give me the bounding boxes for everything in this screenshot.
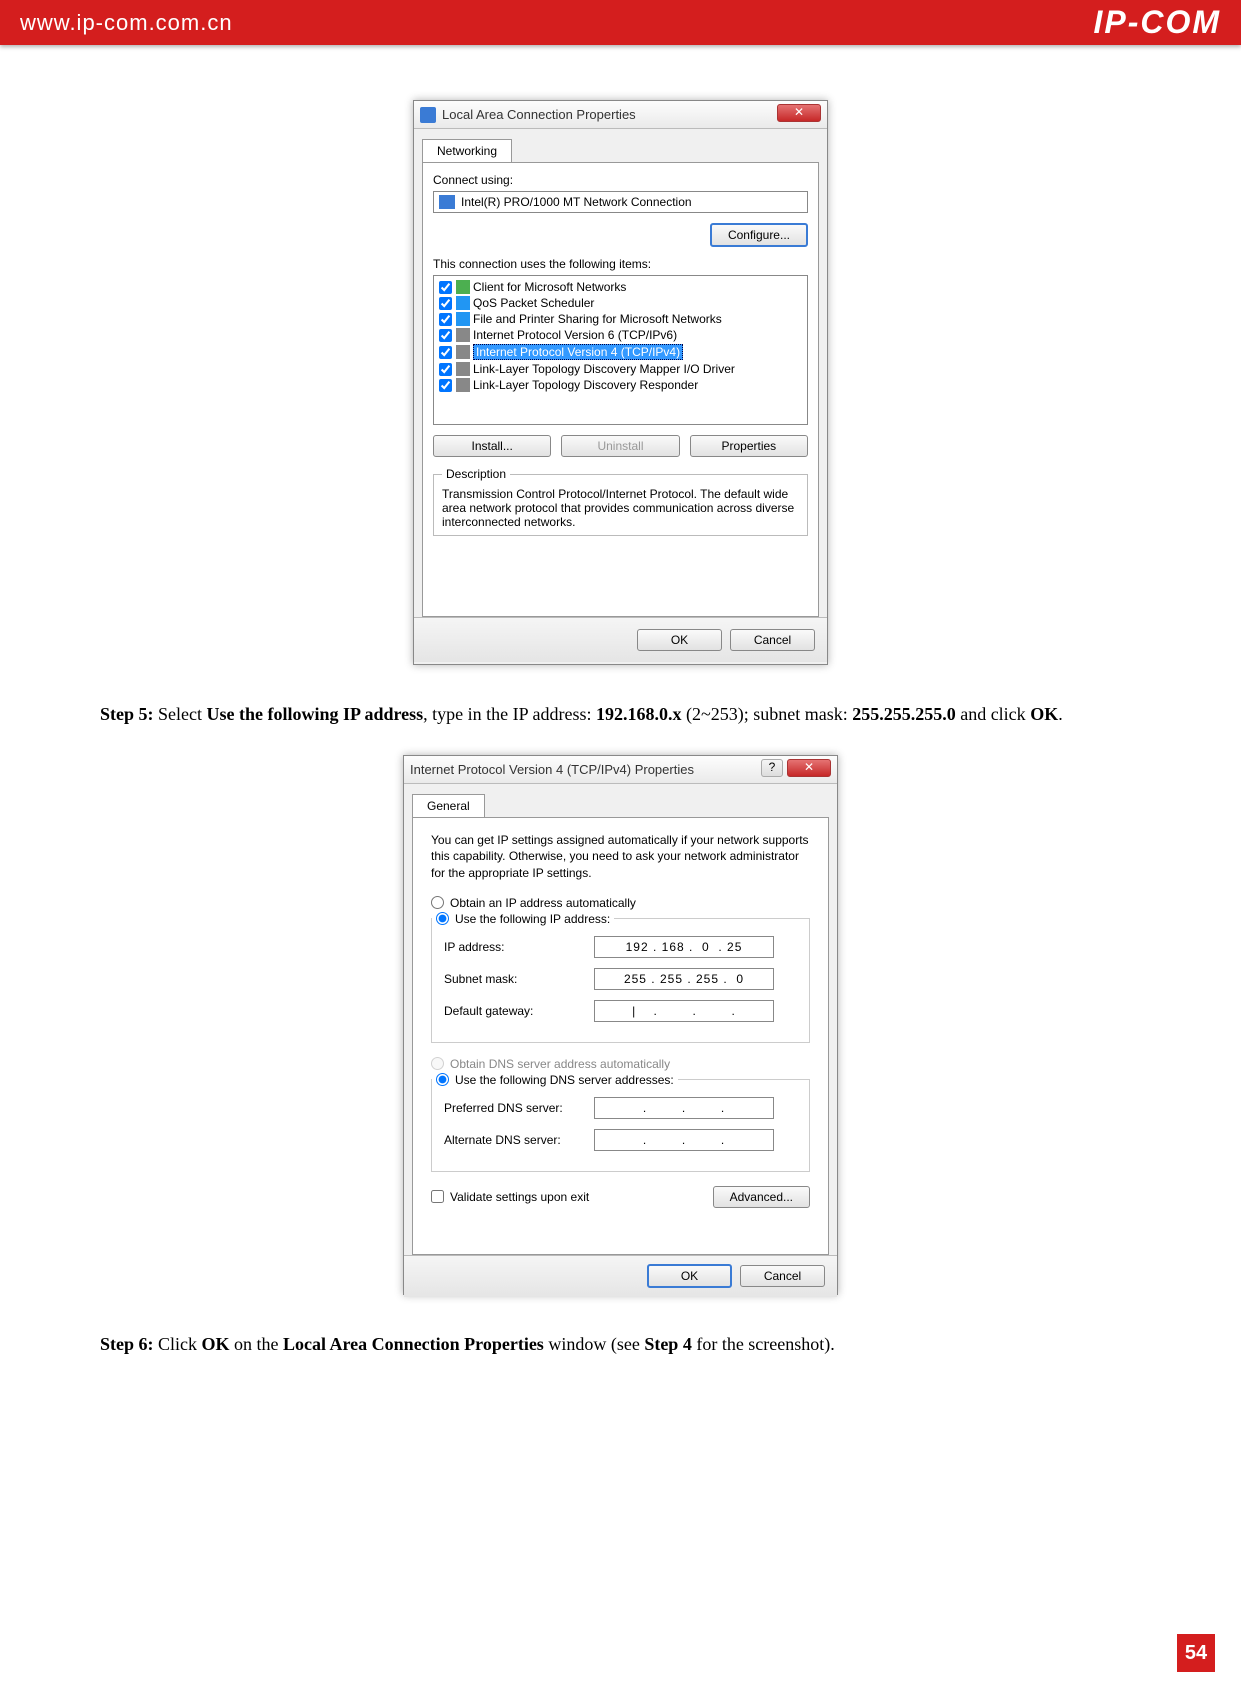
preferred-dns-input[interactable]: [594, 1097, 774, 1119]
list-item[interactable]: File and Printer Sharing for Microsoft N…: [437, 311, 804, 327]
cancel-button[interactable]: Cancel: [730, 629, 815, 651]
item-checkbox[interactable]: [439, 329, 452, 342]
advanced-button[interactable]: Advanced...: [713, 1186, 810, 1208]
file-share-icon: [456, 312, 470, 326]
dialog2-title: Internet Protocol Version 4 (TCP/IPv4) P…: [410, 762, 694, 777]
dialog1-titlebar[interactable]: Local Area Connection Properties ✕: [414, 101, 827, 129]
alternate-dns-label: Alternate DNS server:: [444, 1133, 594, 1147]
protocol-icon: [456, 362, 470, 376]
step-5-text: Step 5: Select Use the following IP addr…: [100, 695, 1141, 735]
networking-tab[interactable]: Networking: [422, 139, 512, 162]
checkbox-input[interactable]: [431, 1190, 444, 1203]
item-checkbox[interactable]: [439, 297, 452, 310]
list-item[interactable]: QoS Packet Scheduler: [437, 295, 804, 311]
uninstall-button: Uninstall: [561, 435, 679, 457]
alternate-dns-input[interactable]: [594, 1129, 774, 1151]
close-button[interactable]: ✕: [777, 104, 821, 122]
header-url: www.ip-com.com.cn: [20, 10, 233, 36]
use-following-ip-radio[interactable]: Use the following IP address:: [432, 912, 614, 926]
list-item[interactable]: Client for Microsoft Networks: [437, 279, 804, 295]
dialog1-title: Local Area Connection Properties: [442, 107, 636, 122]
default-gateway-label: Default gateway:: [444, 1004, 594, 1018]
item-checkbox[interactable]: [439, 379, 452, 392]
list-item[interactable]: Link-Layer Topology Discovery Responder: [437, 377, 804, 393]
info-text: You can get IP settings assigned automat…: [431, 832, 810, 882]
protocol-icon: [456, 378, 470, 392]
item-checkbox[interactable]: [439, 313, 452, 326]
ip-address-input[interactable]: [594, 936, 774, 958]
static-dns-fieldset: Use the following DNS server addresses: …: [431, 1073, 810, 1172]
preferred-dns-label: Preferred DNS server:: [444, 1101, 594, 1115]
obtain-ip-auto-radio[interactable]: Obtain an IP address automatically: [431, 896, 810, 910]
use-following-dns-radio[interactable]: Use the following DNS server addresses:: [432, 1073, 678, 1087]
list-item-selected[interactable]: Internet Protocol Version 4 (TCP/IPv4): [437, 343, 804, 361]
ok-button[interactable]: OK: [637, 629, 722, 651]
item-checkbox[interactable]: [439, 281, 452, 294]
adapter-name: Intel(R) PRO/1000 MT Network Connection: [461, 195, 692, 209]
protocol-icon: [456, 328, 470, 342]
client-icon: [456, 280, 470, 294]
radio-input: [431, 1057, 444, 1070]
radio-input[interactable]: [431, 896, 444, 909]
install-button[interactable]: Install...: [433, 435, 551, 457]
cancel-button[interactable]: Cancel: [740, 1265, 825, 1287]
general-tab[interactable]: General: [412, 794, 485, 817]
header-logo: IP-COM: [1093, 4, 1221, 41]
radio-input[interactable]: [436, 1073, 449, 1086]
items-label: This connection uses the following items…: [433, 257, 808, 271]
item-checkbox[interactable]: [439, 363, 452, 376]
description-text: Transmission Control Protocol/Internet P…: [442, 487, 794, 529]
local-area-connection-dialog: Local Area Connection Properties ✕ Netwo…: [413, 100, 828, 665]
close-button[interactable]: ✕: [787, 759, 831, 777]
page-header: www.ip-com.com.cn IP-COM: [0, 0, 1241, 45]
connect-using-label: Connect using:: [433, 173, 808, 187]
help-button[interactable]: ?: [761, 759, 783, 777]
step-6-text: Step 6: Click OK on the Local Area Conne…: [100, 1325, 1141, 1365]
static-ip-fieldset: Use the following IP address: IP address…: [431, 912, 810, 1043]
ip-address-label: IP address:: [444, 940, 594, 954]
subnet-mask-input[interactable]: [594, 968, 774, 990]
item-checkbox[interactable]: [439, 346, 452, 359]
protocol-icon: [456, 345, 470, 359]
ok-button[interactable]: OK: [647, 1264, 732, 1288]
properties-button[interactable]: Properties: [690, 435, 808, 457]
description-box: Description Transmission Control Protoco…: [433, 467, 808, 536]
default-gateway-input[interactable]: [594, 1000, 774, 1022]
radio-input[interactable]: [436, 912, 449, 925]
list-item[interactable]: Internet Protocol Version 6 (TCP/IPv6): [437, 327, 804, 343]
list-item[interactable]: Link-Layer Topology Discovery Mapper I/O…: [437, 361, 804, 377]
obtain-dns-auto-radio: Obtain DNS server address automatically: [431, 1057, 810, 1071]
qos-icon: [456, 296, 470, 310]
configure-button[interactable]: Configure...: [710, 223, 808, 247]
page-number: 54: [1177, 1634, 1215, 1672]
ipv4-properties-dialog: Internet Protocol Version 4 (TCP/IPv4) P…: [403, 755, 838, 1295]
network-icon: [420, 107, 436, 123]
adapter-icon: [439, 195, 455, 209]
description-legend: Description: [442, 467, 510, 481]
subnet-mask-label: Subnet mask:: [444, 972, 594, 986]
dialog2-titlebar[interactable]: Internet Protocol Version 4 (TCP/IPv4) P…: [404, 756, 837, 784]
validate-checkbox[interactable]: Validate settings upon exit: [431, 1190, 589, 1204]
adapter-field[interactable]: Intel(R) PRO/1000 MT Network Connection: [433, 191, 808, 213]
components-listbox[interactable]: Client for Microsoft Networks QoS Packet…: [433, 275, 808, 425]
